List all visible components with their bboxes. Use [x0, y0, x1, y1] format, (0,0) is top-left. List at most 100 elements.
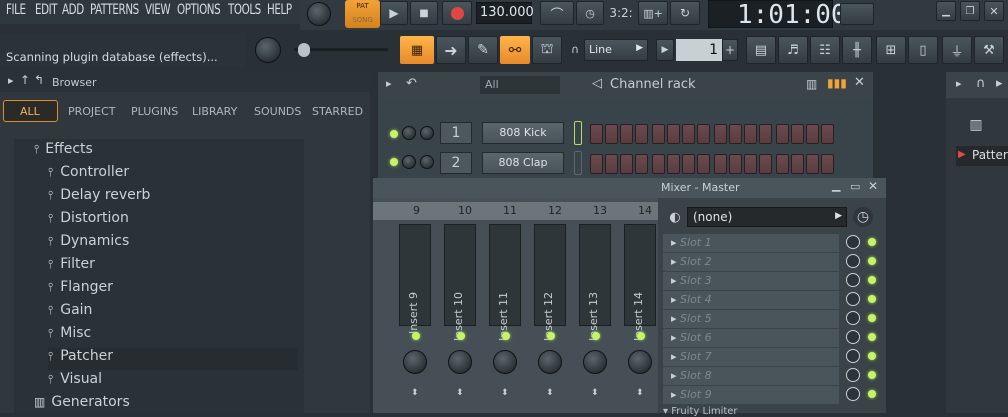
steps-icon[interactable]: ▮▮▮ [827, 76, 847, 90]
routing-arrow-icon[interactable]: ⬍ [546, 388, 554, 398]
slot-enable-led[interactable] [868, 295, 876, 303]
insert-pan-knob[interactable] [583, 350, 607, 374]
minimize-icon[interactable]: ▁ [832, 179, 840, 192]
slot-mix-knob[interactable] [846, 292, 860, 306]
browser-item[interactable]: ⫯ Dynamics [48, 233, 129, 255]
slot-mix-knob[interactable] [846, 349, 860, 363]
slot-enable-led[interactable] [868, 352, 876, 360]
channel-rack-button[interactable]: ☷ [810, 36, 840, 64]
expand-icon[interactable]: ▸ [8, 74, 14, 87]
routing-arrow-icon[interactable]: ⬍ [456, 388, 464, 398]
channel-1-name-button[interactable]: 808 Kick [482, 122, 564, 144]
insert-strip[interactable]: Insert 10 ⬍ [440, 222, 480, 413]
step-button[interactable] [759, 124, 772, 144]
browser-item[interactable]: ⫯ Patcher [48, 348, 298, 370]
step-button[interactable] [729, 154, 742, 174]
slot-mix-knob[interactable] [846, 311, 860, 325]
slot-mix-knob[interactable] [846, 368, 860, 382]
channel-1-volume-knob[interactable] [402, 126, 416, 140]
browser-button[interactable]: ⊞ [876, 36, 906, 64]
step-button[interactable] [791, 124, 804, 144]
pattern-item[interactable]: ▶ Patter [956, 146, 1008, 166]
browser-item[interactable]: ⫯ Distortion [48, 210, 129, 232]
step-sequencer-button[interactable]: ➜ [436, 36, 466, 64]
minimize-button[interactable]: ▁ [936, 1, 956, 21]
routing-arrow-icon[interactable]: ⬍ [411, 388, 419, 398]
fx-slot[interactable]: ▸ Slot 9 [663, 386, 839, 404]
record-button[interactable] [442, 1, 472, 25]
maximize-icon[interactable]: ▭ [850, 180, 860, 193]
slot-enable-led[interactable] [868, 390, 876, 398]
draw-tool-button[interactable]: ✎ [468, 36, 498, 64]
step-button[interactable] [806, 124, 819, 144]
menu-help[interactable]: HELP [267, 2, 292, 18]
browser-item[interactable]: ⫯ Flanger [48, 279, 113, 301]
fx-slot[interactable]: ▸ Slot 5 [663, 310, 839, 328]
step-button[interactable] [682, 124, 695, 144]
menu-patterns[interactable]: PATTERNS [90, 2, 139, 18]
fx-slot[interactable]: ▸ Slot 6 [663, 329, 839, 347]
browser-item[interactable]: ⫯ Misc [48, 325, 91, 347]
insert-strip[interactable]: Insert 13 ⬍ [575, 222, 615, 413]
step-button[interactable] [652, 154, 665, 174]
browser-item[interactable]: ⫯ Filter [48, 256, 95, 278]
routing-arrow-icon[interactable]: ⬍ [636, 388, 644, 398]
step-button[interactable] [620, 124, 633, 144]
step-button[interactable] [682, 154, 695, 174]
tab-plugins[interactable]: PLUGINS [131, 105, 178, 118]
tab-project[interactable]: PROJECT [68, 105, 116, 118]
song-time-display[interactable]: 1:01:00 [708, 0, 847, 29]
playlist-window-button[interactable]: ▤ [746, 36, 776, 64]
insert-pan-knob[interactable] [403, 350, 427, 374]
step-button[interactable] [744, 154, 757, 174]
project-info-button[interactable]: ▯ [908, 36, 938, 64]
slot-mix-knob[interactable] [846, 254, 860, 268]
snap-select[interactable]: Line ▶ [584, 39, 648, 61]
channel-1-number[interactable]: 1 [440, 122, 472, 144]
step-button[interactable] [652, 124, 665, 144]
fx-slot[interactable]: ▸ Slot 3 [663, 272, 839, 290]
insert-enable-led[interactable] [457, 332, 465, 340]
add-pattern-button[interactable]: + [722, 39, 738, 61]
browser-item[interactable]: ⫯ Controller [48, 164, 129, 186]
insert-pan-knob[interactable] [448, 350, 472, 374]
close-icon[interactable]: ✕ [868, 179, 878, 193]
step-button[interactable] [791, 154, 804, 174]
pat-song-toggle[interactable]: PAT SONG [345, 0, 380, 28]
step-button[interactable] [635, 124, 648, 144]
close-window-button[interactable]: ✕ [984, 1, 1004, 21]
tab-sounds[interactable]: SOUNDS [254, 105, 301, 118]
slot-enable-led[interactable] [868, 371, 876, 379]
fx-slot[interactable]: ▸ Slot 8 [663, 367, 839, 385]
slot-enable-led[interactable] [868, 276, 876, 284]
loop-record-button[interactable]: ↻ [670, 1, 700, 25]
link-button[interactable]: ⚯ [500, 36, 530, 64]
step-button[interactable] [590, 154, 603, 174]
channel-2-select-led[interactable] [574, 151, 582, 175]
insert-enable-led[interactable] [547, 332, 555, 340]
headphone-icon[interactable]: ∩ [976, 76, 986, 91]
fx-slot[interactable]: ▸ Slot 4 [663, 291, 839, 309]
tools-button[interactable]: ⚒ [974, 36, 1004, 64]
step-button[interactable] [776, 124, 789, 144]
insert-strip[interactable]: Insert 11 ⬍ [485, 222, 525, 413]
insert-enable-led[interactable] [637, 332, 645, 340]
back-icon[interactable]: ↰ [34, 73, 44, 87]
slot-enable-led[interactable] [868, 238, 876, 246]
step-button[interactable] [635, 154, 648, 174]
menu-options[interactable]: OPTIONS [177, 2, 221, 18]
fx-slot-limiter[interactable]: ▾ Fruity Limiter [663, 406, 863, 417]
slot-enable-led[interactable] [868, 257, 876, 265]
insert-pan-knob[interactable] [493, 350, 517, 374]
step-button[interactable] [620, 154, 633, 174]
play-button[interactable]: ▶ [380, 1, 408, 25]
piano-roll-button[interactable]: ♬ [778, 36, 808, 64]
menu-file[interactable]: FILE [6, 2, 26, 18]
folder-effects[interactable]: ⫯ Effects [34, 141, 93, 163]
step-button[interactable] [759, 154, 772, 174]
up-arrow-icon[interactable]: ↑ [20, 73, 30, 87]
master-volume-knob[interactable] [307, 2, 331, 26]
browser-item[interactable]: ⫯ Delay reverb [48, 187, 150, 209]
channel-2-pan-knob[interactable] [420, 155, 434, 169]
step-button[interactable] [821, 154, 834, 174]
